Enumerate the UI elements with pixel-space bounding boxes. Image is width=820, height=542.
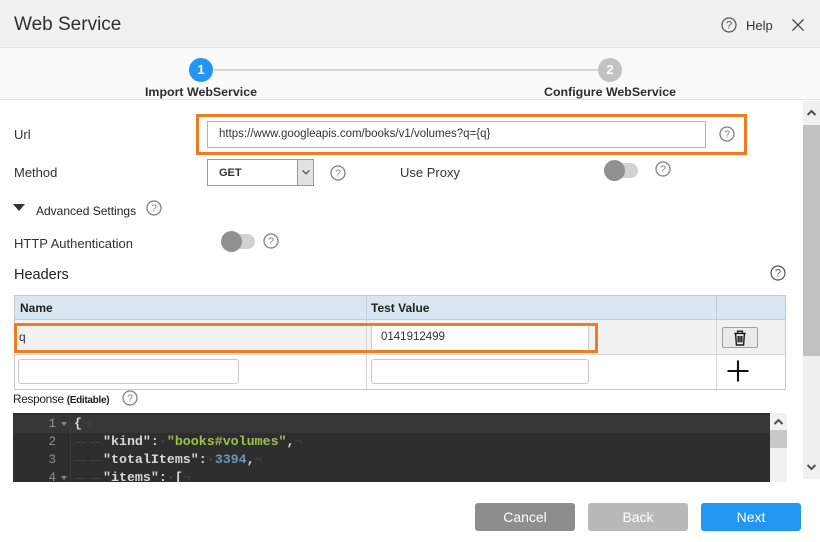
svg-text:?: ? (335, 168, 341, 180)
svg-text:?: ? (724, 129, 730, 141)
svg-text:?: ? (268, 236, 274, 248)
svg-text:?: ? (127, 393, 133, 405)
svg-text:?: ? (775, 268, 781, 280)
svg-text:?: ? (151, 203, 157, 215)
svg-text:?: ? (726, 20, 732, 32)
svg-text:?: ? (660, 164, 666, 176)
